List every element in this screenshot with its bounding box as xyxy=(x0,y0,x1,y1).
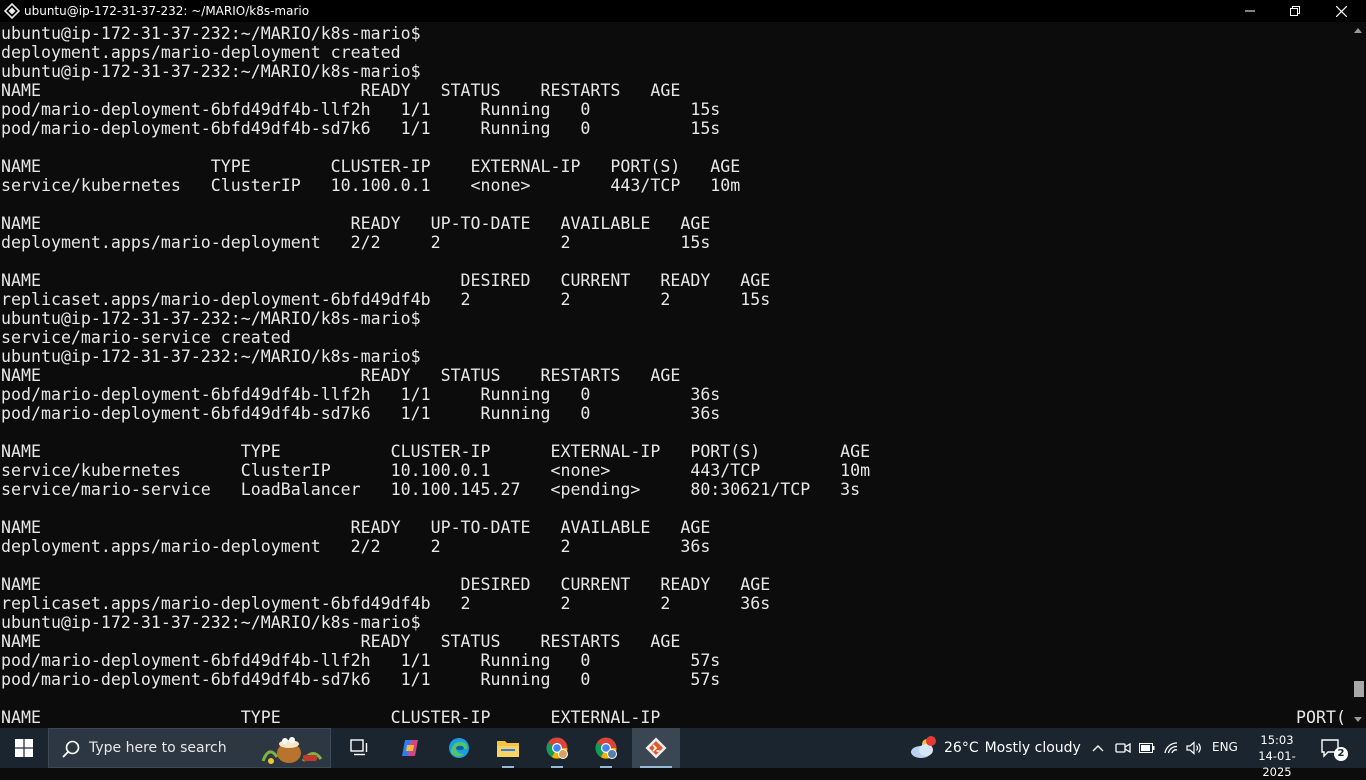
terminal-line: deployment.apps/mario-deployment created xyxy=(1,43,401,62)
close-icon xyxy=(1335,5,1347,17)
terminal-line: ubuntu@ip-172-31-37-232:~/MARIO/k8s-mari… xyxy=(1,309,421,328)
git-bash-taskbar-button[interactable] xyxy=(632,728,680,768)
clock-time: 15:03 xyxy=(1260,733,1294,747)
task-view-icon xyxy=(350,739,368,756)
weather-temperature: 26°C xyxy=(944,740,979,756)
cloudy-weather-icon xyxy=(911,736,936,758)
taskbar: Type here to search 26°C Mostly cloudy E… xyxy=(0,728,1366,779)
search-highlight-pot-icon xyxy=(261,737,323,764)
windows-logo-icon xyxy=(15,739,33,757)
window-title: ubuntu@ip-172-31-37-232: ~/MARIO/k8s-mar… xyxy=(24,4,310,18)
terminal-line: service/mario-service created xyxy=(1,328,291,347)
task-view-button[interactable] xyxy=(336,728,384,768)
window-title-bar: ubuntu@ip-172-31-37-232: ~/MARIO/k8s-mar… xyxy=(0,0,1366,22)
copilot-icon xyxy=(402,740,418,756)
edge-button[interactable] xyxy=(435,728,483,768)
terminal-line: pod/mario-deployment-6bfd49df4b-sd7k6 1/… xyxy=(1,670,721,689)
start-button[interactable] xyxy=(0,728,48,768)
terminal-line: NAME DESIRED CURRENT READY AGE xyxy=(1,575,771,594)
terminal-lines: ubuntu@ip-172-31-37-232:~/MARIO/k8s-mari… xyxy=(1,24,870,727)
terminal-line: deployment.apps/mario-deployment 2/2 2 2… xyxy=(1,537,711,556)
terminal-line: NAME READY STATUS RESTARTS AGE xyxy=(1,632,681,651)
terminal-line: NAME DESIRED CURRENT READY AGE xyxy=(1,271,771,290)
vertical-scrollbar[interactable] xyxy=(1350,22,1366,728)
terminal-line: NAME TYPE CLUSTER-IP EXTERNAL-IP PORT(S)… xyxy=(1,157,741,176)
scrollbar-thumb[interactable] xyxy=(1354,681,1364,697)
file-explorer-button[interactable] xyxy=(484,728,532,768)
terminal-line: replicaset.apps/mario-deployment-6bfd49d… xyxy=(1,594,771,613)
terminal-line: service/mario-service LoadBalancer 10.10… xyxy=(1,480,861,499)
terminal-line: pod/mario-deployment-6bfd49df4b-llf2h 1/… xyxy=(1,385,721,404)
battery-icon[interactable] xyxy=(1139,740,1155,756)
taskbar-clock[interactable]: 15:03 14-01-2025 xyxy=(1250,732,1304,780)
scroll-up-arrow-icon[interactable] xyxy=(1354,28,1362,33)
git-bash-icon xyxy=(645,737,667,759)
volume-icon[interactable] xyxy=(1186,740,1202,756)
show-hidden-icons-chevron-icon[interactable] xyxy=(1090,740,1106,756)
file-explorer-icon xyxy=(497,741,519,757)
chrome-profile-button[interactable] xyxy=(582,728,630,768)
weather-widget[interactable]: 26°C Mostly cloudy xyxy=(908,728,1081,768)
terminal-line: NAME READY UP-TO-DATE AVAILABLE AGE xyxy=(1,214,711,233)
meet-now-icon[interactable] xyxy=(1115,740,1131,756)
terminal-line: NAME READY STATUS RESTARTS AGE xyxy=(1,81,681,100)
restore-icon xyxy=(1290,6,1300,16)
chrome-button[interactable] xyxy=(533,728,581,768)
scroll-down-arrow-icon[interactable] xyxy=(1354,717,1362,722)
search-placeholder: Type here to search xyxy=(89,740,227,756)
wifi-icon[interactable] xyxy=(1163,740,1179,756)
edge-icon xyxy=(449,738,469,758)
terminal-line: replicaset.apps/mario-deployment-6bfd49d… xyxy=(1,290,771,309)
terminal-overflow-fragment: PORT( xyxy=(1296,708,1346,727)
terminal-line: ubuntu@ip-172-31-37-232:~/MARIO/k8s-mari… xyxy=(1,347,421,366)
restore-button[interactable] xyxy=(1272,0,1318,22)
terminal-line: NAME TYPE CLUSTER-IP EXTERNAL-IP xyxy=(1,708,661,727)
terminal-line: pod/mario-deployment-6bfd49df4b-sd7k6 1/… xyxy=(1,119,721,138)
input-language-indicator[interactable]: ENG xyxy=(1212,740,1238,754)
terminal-line: pod/mario-deployment-6bfd49df4b-sd7k6 1/… xyxy=(1,404,721,423)
terminal-line: NAME TYPE CLUSTER-IP EXTERNAL-IP PORT(S)… xyxy=(1,442,871,461)
close-button[interactable] xyxy=(1318,0,1364,22)
terminal-line: service/kubernetes ClusterIP 10.100.0.1 … xyxy=(1,176,741,195)
terminal-line: ubuntu@ip-172-31-37-232:~/MARIO/k8s-mari… xyxy=(1,24,421,43)
terminal-line: pod/mario-deployment-6bfd49df4b-llf2h 1/… xyxy=(1,651,721,670)
terminal-line: service/kubernetes ClusterIP 10.100.0.1 … xyxy=(1,461,871,480)
terminal-line: ubuntu@ip-172-31-37-232:~/MARIO/k8s-mari… xyxy=(1,613,421,632)
taskbar-search-box[interactable]: Type here to search xyxy=(48,728,331,768)
notification-count-badge: 2 xyxy=(1334,747,1348,761)
chrome-icon xyxy=(546,737,568,759)
copilot-button[interactable] xyxy=(386,728,434,768)
terminal-line: deployment.apps/mario-deployment 2/2 2 2… xyxy=(1,233,711,252)
terminal-line: NAME READY UP-TO-DATE AVAILABLE AGE xyxy=(1,518,711,537)
notification-center-button[interactable]: 2 xyxy=(1320,737,1348,763)
search-icon xyxy=(62,740,80,758)
clock-date: 14-01-2025 xyxy=(1258,749,1296,779)
terminal-line: pod/mario-deployment-6bfd49df4b-llf2h 1/… xyxy=(1,100,721,119)
minimize-icon xyxy=(1245,10,1255,12)
terminal-output[interactable]: ubuntu@ip-172-31-37-232:~/MARIO/k8s-mari… xyxy=(0,22,1350,728)
git-bash-icon xyxy=(4,3,20,19)
minimize-button[interactable] xyxy=(1227,0,1273,22)
chrome-profile-icon xyxy=(595,737,617,759)
weather-condition: Mostly cloudy xyxy=(984,740,1081,756)
terminal-line: ubuntu@ip-172-31-37-232:~/MARIO/k8s-mari… xyxy=(1,62,421,81)
terminal-line: NAME READY STATUS RESTARTS AGE xyxy=(1,366,681,385)
